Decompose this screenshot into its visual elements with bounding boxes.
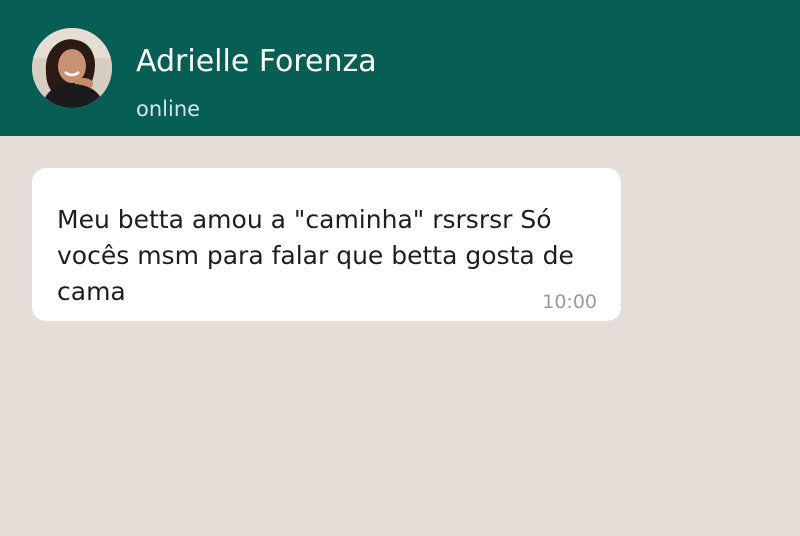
chat-header: Adrielle Forenza online [0,0,800,136]
contact-status: online [136,97,201,121]
contact-name[interactable]: Adrielle Forenza [136,44,377,80]
avatar-photo [32,28,112,108]
contact-avatar[interactable] [32,28,112,108]
message-text: Meu betta amou a "caminha" rsrsrsr Só vo… [57,205,574,306]
message-bubble-incoming[interactable]: Meu betta amou a "caminha" rsrsrsr Só vo… [32,168,621,321]
chat-area: Meu betta amou a "caminha" rsrsrsr Só vo… [0,136,800,536]
message-timestamp: 10:00 [542,291,597,313]
